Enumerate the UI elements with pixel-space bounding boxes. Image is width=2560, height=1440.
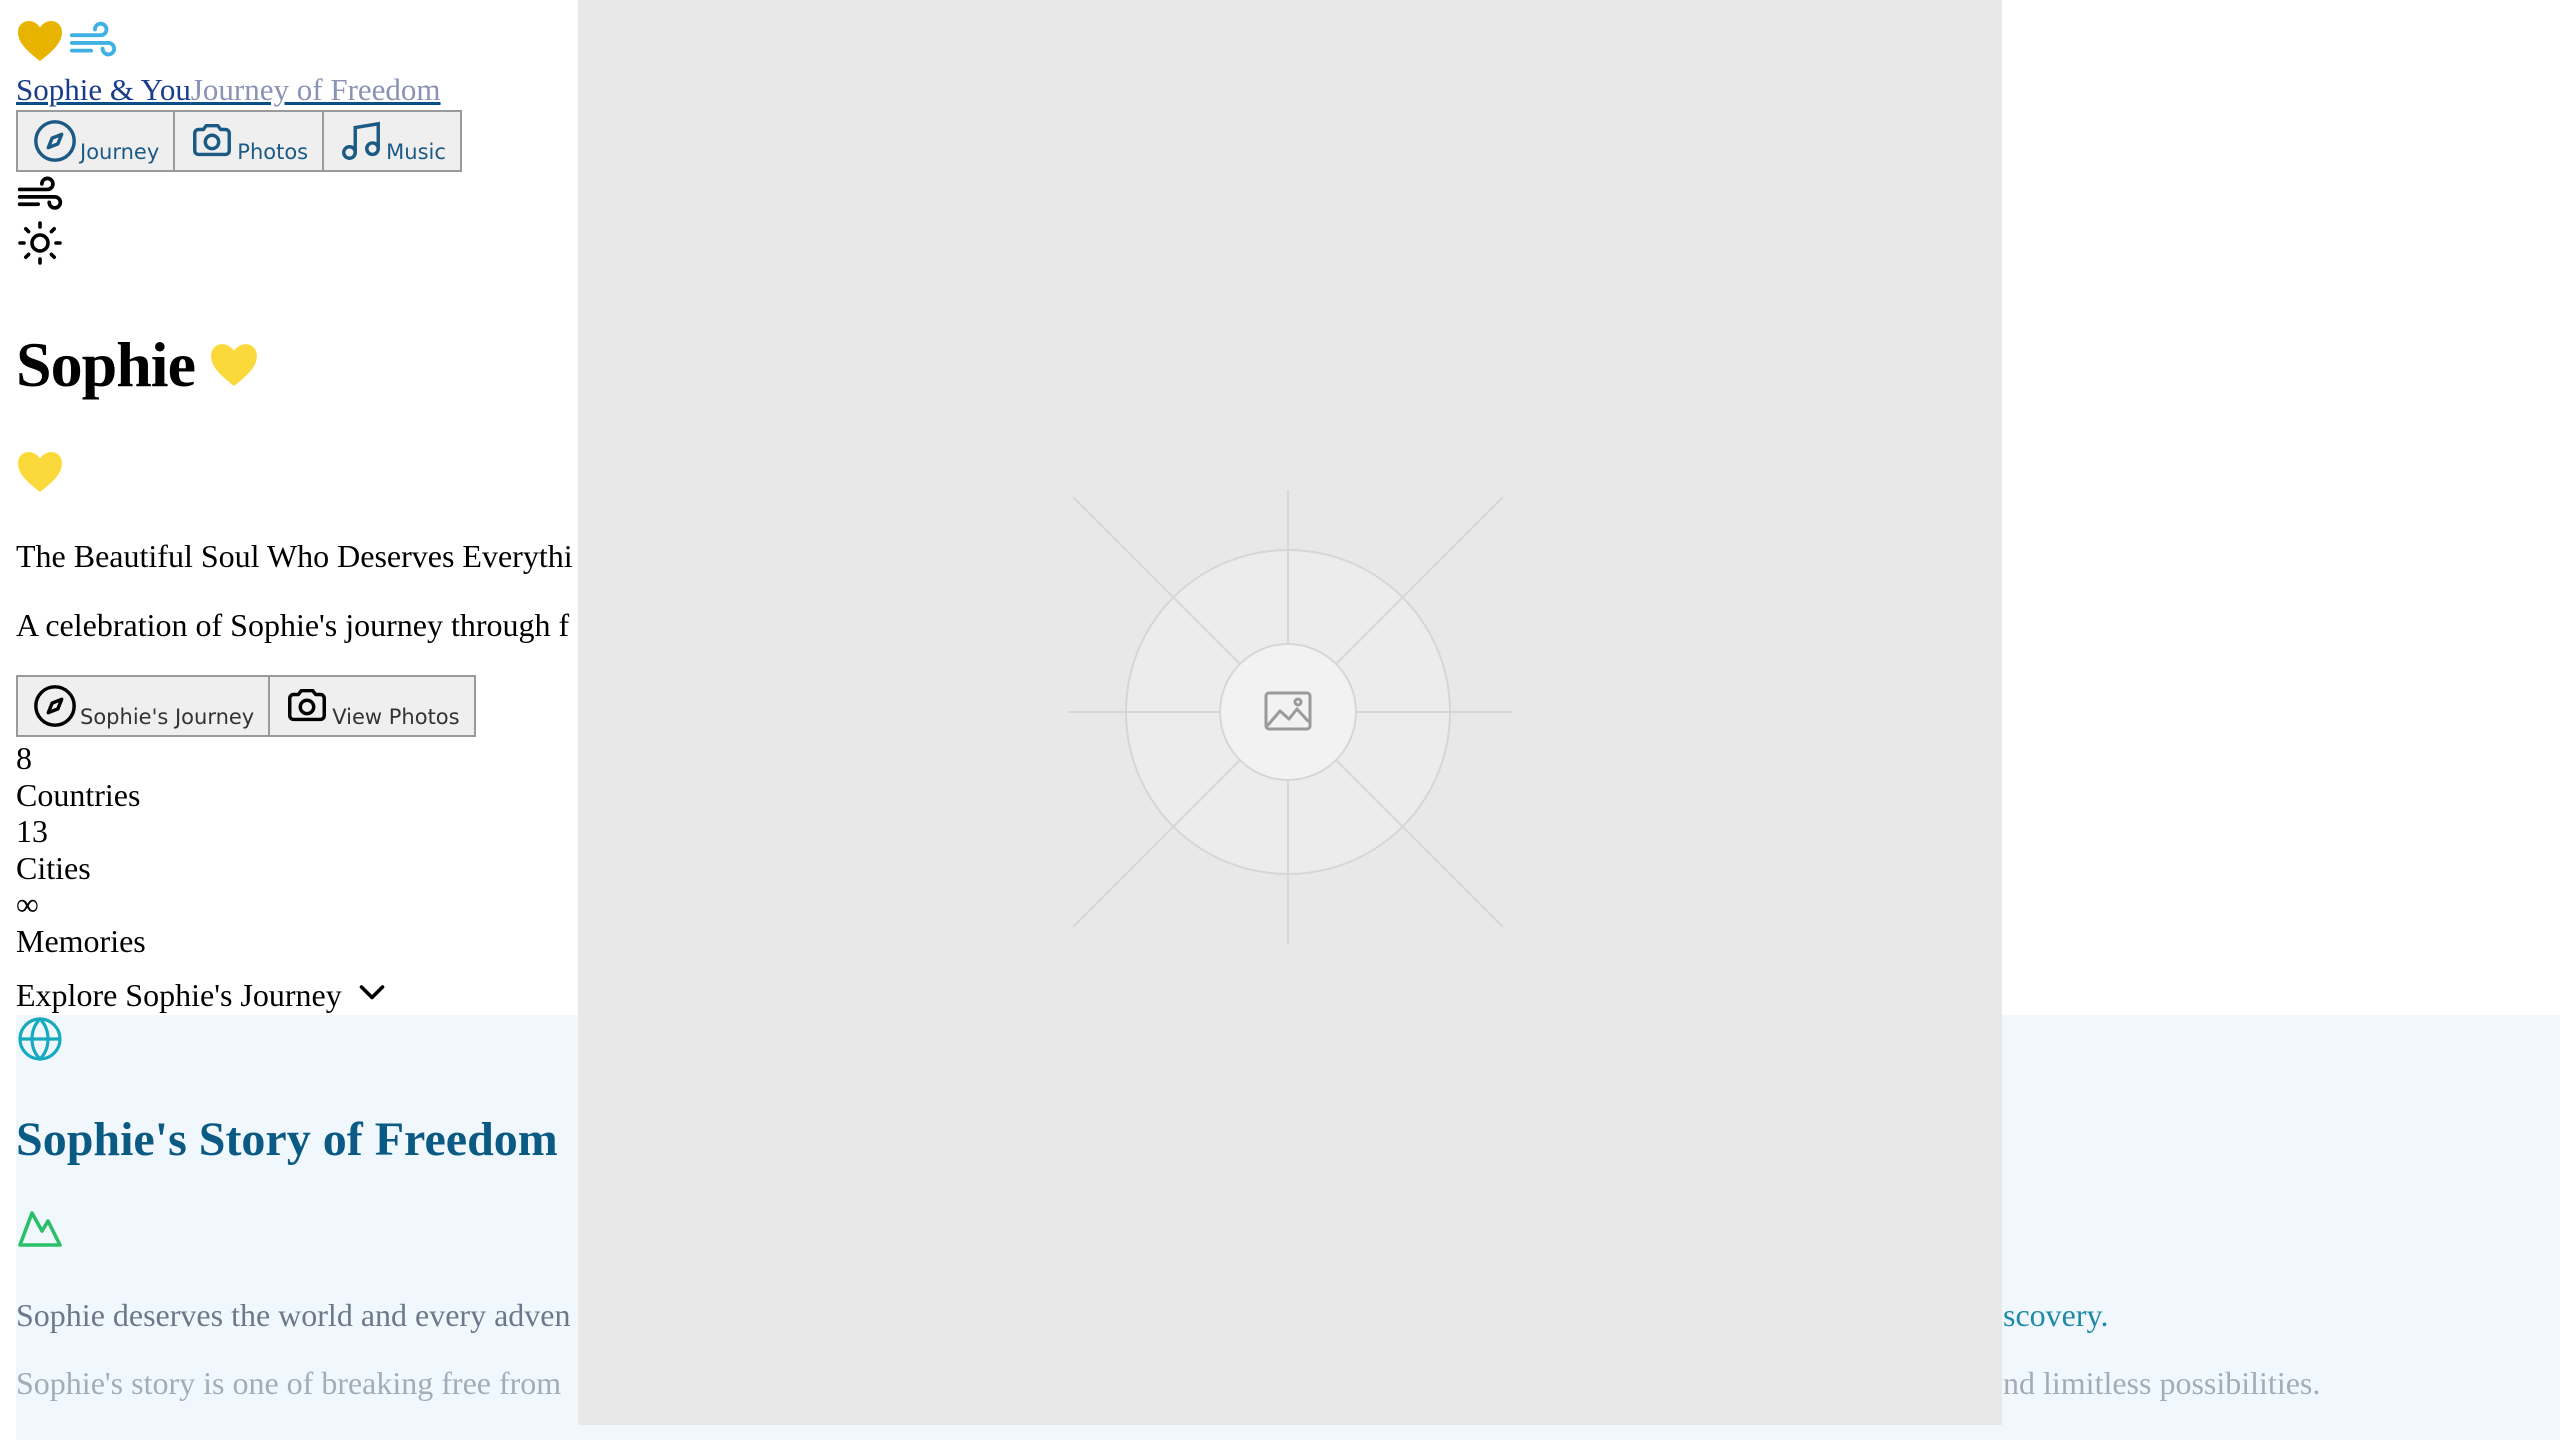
nav-journey-button[interactable]: Journey — [16, 110, 176, 172]
story-paragraph-2: Sophie's story is one of breaking free f… — [16, 1363, 561, 1403]
sophies-journey-label: Sophie's Journey — [80, 705, 255, 729]
heart-icon — [18, 452, 62, 492]
view-photos-label: View Photos — [332, 705, 460, 729]
nav-journey-label: Journey — [80, 140, 160, 164]
image-placeholder — [578, 0, 2002, 1425]
story-p2-text: Sophie's story is one of breaking free f… — [16, 1365, 562, 1401]
music-note-icon — [342, 121, 381, 160]
compass-icon — [34, 120, 76, 162]
story-p1-text: Sophie deserves the world and every adve… — [16, 1297, 571, 1333]
camera-icon — [193, 123, 232, 157]
heart-icon — [18, 21, 62, 61]
story-p2-end-text: nd limitless possibilities. — [2003, 1365, 2321, 1401]
brand-name: Sophie & You — [16, 72, 191, 107]
hero-heart — [16, 450, 64, 499]
chevron-down-icon — [359, 985, 385, 1000]
stat-countries-value: 8 — [16, 740, 32, 776]
story-paragraph-1-end: scovery. — [2003, 1295, 2108, 1335]
compass-icon — [34, 685, 76, 727]
story-paragraph-1: Sophie deserves the world and every adve… — [16, 1295, 570, 1335]
mountain-icon — [18, 1211, 62, 1247]
stat-cities-value: 13 — [16, 813, 48, 849]
story-globe — [16, 1015, 64, 1068]
nav-music-button[interactable]: Music — [324, 110, 462, 172]
hero-description: A celebration of Sophie's journey throug… — [16, 607, 570, 643]
explore-link[interactable]: Explore Sophie's Journey — [16, 975, 390, 1015]
stat-countries-label: Countries — [16, 776, 141, 813]
nav-photos-button[interactable]: Photos — [175, 110, 325, 172]
hero-actions: Sophie's Journey View Photos — [16, 675, 476, 737]
stats: 8 Countries 13 Cities ∞ Memories — [16, 740, 146, 959]
story-p1-highlight: scovery. — [2003, 1297, 2109, 1333]
nav-music-label: Music — [386, 140, 446, 164]
explore-label: Explore Sophie's Journey — [16, 977, 342, 1013]
wind-icon — [69, 21, 117, 57]
hero-decor — [16, 175, 64, 267]
image-placeholder-graphic — [1068, 490, 1513, 945]
hero-heading: Sophie — [16, 325, 259, 405]
heart-icon — [211, 344, 257, 386]
brand-tagline: Journey of Freedom — [190, 72, 441, 107]
globe-icon — [18, 1016, 62, 1062]
wind-icon — [17, 176, 63, 210]
sophies-journey-button[interactable]: Sophie's Journey — [16, 675, 271, 737]
main-nav: Journey Photos Music — [16, 110, 462, 172]
camera-icon — [288, 688, 327, 722]
brand-link[interactable]: Sophie & YouJourney of Freedom — [16, 72, 441, 108]
logo — [16, 16, 118, 66]
hero-title: Sophie — [16, 329, 196, 400]
stat-cities-label: Cities — [16, 849, 91, 886]
stat-memories-label: Memories — [16, 922, 146, 959]
hero-subtitle: The Beautiful Soul Who Deserves Everythi — [16, 538, 573, 574]
stat-memories-value: ∞ — [16, 886, 39, 922]
sun-icon — [18, 221, 62, 265]
nav-photos-label: Photos — [237, 140, 309, 164]
story-title: Sophie's Story of Freedom — [16, 1113, 558, 1166]
story-paragraph-2-end: nd limitless possibilities. — [2003, 1363, 2320, 1403]
story-mountain — [16, 1205, 64, 1254]
view-photos-button[interactable]: View Photos — [270, 675, 476, 737]
